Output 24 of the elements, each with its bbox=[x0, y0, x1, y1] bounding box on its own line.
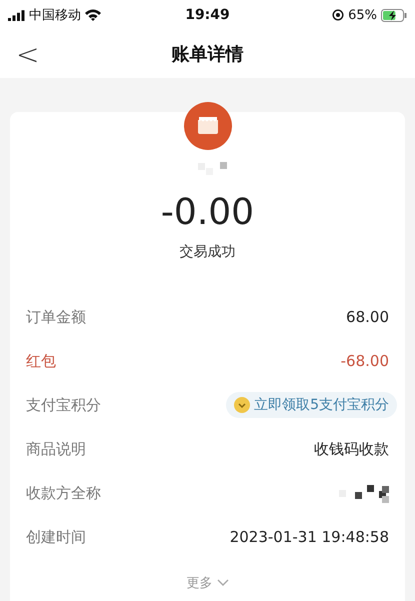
chevron-down-icon bbox=[216, 579, 228, 587]
battery-percent: 65% bbox=[348, 8, 377, 22]
clock-time: 19:49 bbox=[185, 7, 230, 23]
row-label: 红包 bbox=[26, 352, 56, 370]
row-value: 68.00 bbox=[346, 308, 389, 326]
points-button[interactable]: 立即领取5支付宝积分 bbox=[226, 392, 397, 418]
row-label: 收款方全称 bbox=[26, 484, 101, 502]
back-button[interactable]: < bbox=[10, 38, 46, 71]
row-value: 收钱码收款 bbox=[314, 440, 389, 458]
more-button[interactable]: 更多 bbox=[180, 573, 234, 593]
row-label: 支付宝积分 bbox=[26, 396, 101, 414]
status-text: 交易成功 bbox=[180, 243, 236, 261]
rotation-lock-icon bbox=[332, 9, 344, 21]
row-label: 商品说明 bbox=[26, 440, 86, 458]
signal-icon bbox=[8, 10, 25, 20]
row-label: 订单金额 bbox=[26, 308, 86, 326]
carrier-name: 中国移动 bbox=[29, 7, 81, 24]
page-title: 账单详情 bbox=[172, 43, 244, 66]
wifi-icon bbox=[85, 9, 101, 21]
amount-text: -0.00 bbox=[160, 192, 254, 233]
row-value: -68.00 bbox=[340, 352, 389, 370]
row-value: 2023-01-31 19:48:58 bbox=[230, 528, 389, 546]
coin-icon bbox=[234, 397, 250, 413]
row-label: 创建时间 bbox=[26, 528, 86, 546]
